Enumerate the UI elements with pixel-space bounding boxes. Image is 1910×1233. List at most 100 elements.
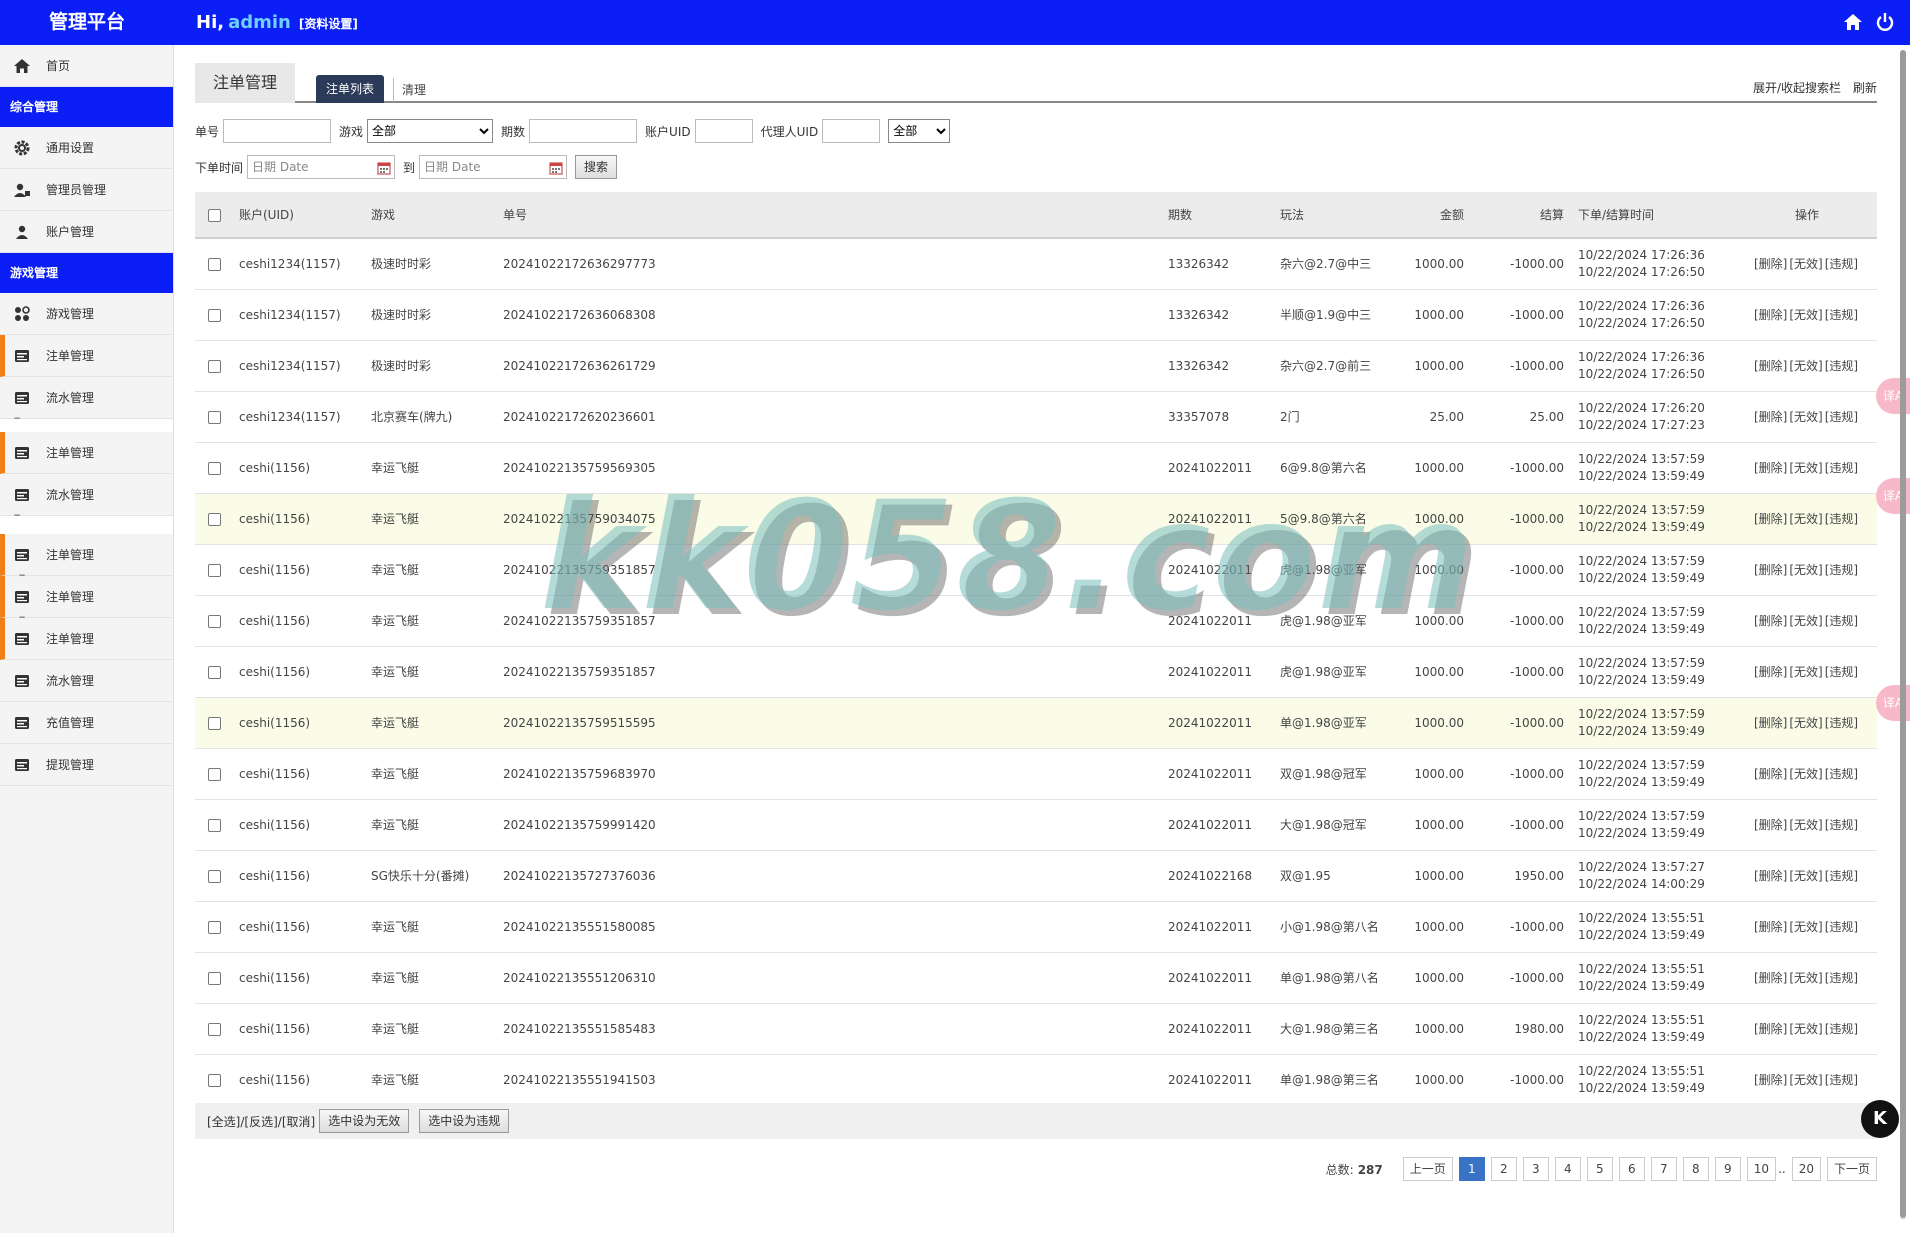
calendar-icon[interactable] <box>377 160 391 175</box>
invalid-link[interactable]: [无效] <box>1789 971 1822 985</box>
violation-link[interactable]: [违规] <box>1825 410 1858 424</box>
page-number[interactable]: 6 <box>1618 1157 1645 1181</box>
tab-clear[interactable]: 清理 <box>393 78 426 102</box>
violation-link[interactable]: [违规] <box>1825 1022 1858 1036</box>
sidebar-item-home[interactable]: 首页 <box>0 45 173 87</box>
profile-settings-link[interactable]: [资料设置] <box>299 17 358 31</box>
row-checkbox-cell[interactable] <box>195 238 233 289</box>
row-checkbox-cell[interactable] <box>195 493 233 544</box>
row-checkbox[interactable] <box>207 767 221 781</box>
set-invalid-button[interactable]: 选中设为无效 <box>319 1109 410 1133</box>
sidebar-item-game-management[interactable]: 游戏管理 <box>0 293 173 335</box>
sidebar-item-flow-management[interactable]: 流水管理 -- <box>0 377 173 424</box>
delete-link[interactable]: [删除] <box>1754 563 1787 577</box>
home-icon[interactable] <box>1842 11 1864 33</box>
select-all-checkbox-cell[interactable] <box>195 192 233 238</box>
row-checkbox-cell[interactable] <box>195 1003 233 1054</box>
violation-link[interactable]: [违规] <box>1825 971 1858 985</box>
invalid-link[interactable]: [无效] <box>1789 308 1822 322</box>
row-checkbox-cell[interactable] <box>195 901 233 952</box>
date-from-input[interactable]: 日期 Date <box>247 155 396 179</box>
invalid-link[interactable]: [无效] <box>1789 257 1822 271</box>
select-all-checkbox[interactable] <box>207 208 221 222</box>
row-checkbox[interactable] <box>207 665 221 679</box>
row-checkbox-cell[interactable] <box>195 544 233 595</box>
invalid-link[interactable]: [无效] <box>1789 410 1822 424</box>
violation-link[interactable]: [违规] <box>1825 818 1858 832</box>
violation-link[interactable]: [违规] <box>1825 665 1858 679</box>
account-uid-input[interactable] <box>694 119 753 143</box>
period-input[interactable] <box>529 119 638 143</box>
search-button[interactable]: 搜索 <box>575 155 618 179</box>
page-number[interactable]: 4 <box>1554 1157 1581 1181</box>
delete-link[interactable]: [删除] <box>1754 614 1787 628</box>
sidebar-section-general[interactable]: 综合管理 <box>0 87 173 127</box>
row-checkbox[interactable] <box>207 410 221 424</box>
invalid-link[interactable]: [无效] <box>1789 869 1822 883</box>
violation-link[interactable]: [违规] <box>1825 308 1858 322</box>
row-checkbox[interactable] <box>207 1073 221 1087</box>
invalid-link[interactable]: [无效] <box>1789 1073 1822 1087</box>
page-title-tab[interactable]: 注单管理 <box>195 63 295 103</box>
row-checkbox[interactable] <box>207 461 221 475</box>
delete-link[interactable]: [删除] <box>1754 767 1787 781</box>
sidebar-item-recharge-management[interactable]: 充值管理 <box>0 702 173 744</box>
row-checkbox-cell[interactable] <box>195 799 233 850</box>
order-no-input[interactable] <box>223 119 332 143</box>
violation-link[interactable]: [违规] <box>1825 563 1858 577</box>
invalid-link[interactable]: [无效] <box>1789 614 1822 628</box>
violation-link[interactable]: [违规] <box>1825 512 1858 526</box>
delete-link[interactable]: [删除] <box>1754 1022 1787 1036</box>
violation-link[interactable]: [违规] <box>1825 1073 1858 1087</box>
sidebar-item-bet-management[interactable]: 注单管理 <box>0 335 173 377</box>
row-checkbox[interactable] <box>207 716 221 730</box>
row-checkbox[interactable] <box>207 257 221 271</box>
select-toggle-links[interactable]: [全选]/[反选]/[取消] <box>207 1113 315 1130</box>
delete-link[interactable]: [删除] <box>1754 665 1787 679</box>
scrollbar-thumb[interactable] <box>1900 50 1906 1218</box>
sidebar-item-bet-management-5[interactable]: 注单管理 <box>0 618 173 660</box>
invalid-link[interactable]: [无效] <box>1789 359 1822 373</box>
invalid-link[interactable]: [无效] <box>1789 920 1822 934</box>
sidebar-item-general-settings[interactable]: 通用设置 <box>0 127 173 169</box>
sidebar-item-flow-management-2[interactable]: 流水管理 -- <box>0 474 173 521</box>
violation-link[interactable]: [违规] <box>1825 359 1858 373</box>
floating-assistant-button[interactable]: K <box>1861 1100 1899 1138</box>
invalid-link[interactable]: [无效] <box>1789 563 1822 577</box>
sidebar-item-admin-management[interactable]: 管理员管理 <box>0 169 173 211</box>
row-checkbox-cell[interactable] <box>195 646 233 697</box>
toggle-search-link[interactable]: 展开/收起搜索栏 <box>1753 81 1841 95</box>
delete-link[interactable]: [删除] <box>1754 869 1787 883</box>
delete-link[interactable]: [删除] <box>1754 920 1787 934</box>
row-checkbox-cell[interactable] <box>195 1054 233 1105</box>
sidebar-item-account-management[interactable]: 账户管理 <box>0 211 173 253</box>
page-number[interactable]: 3 <box>1522 1157 1549 1181</box>
row-checkbox[interactable] <box>207 308 221 322</box>
row-checkbox[interactable] <box>207 512 221 526</box>
delete-link[interactable]: [删除] <box>1754 359 1787 373</box>
violation-link[interactable]: [违规] <box>1825 767 1858 781</box>
row-checkbox[interactable] <box>207 1022 221 1036</box>
invalid-link[interactable]: [无效] <box>1789 665 1822 679</box>
delete-link[interactable]: [删除] <box>1754 257 1787 271</box>
row-checkbox-cell[interactable] <box>195 391 233 442</box>
prev-page-button[interactable]: 上一页 <box>1402 1157 1453 1181</box>
delete-link[interactable]: [删除] <box>1754 1073 1787 1087</box>
invalid-link[interactable]: [无效] <box>1789 716 1822 730</box>
sidebar-item-bet-management-4[interactable]: 注单管理 -- <box>0 576 173 623</box>
row-checkbox[interactable] <box>207 818 221 832</box>
row-checkbox[interactable] <box>207 971 221 985</box>
row-checkbox[interactable] <box>207 359 221 373</box>
page-number[interactable]: 2 <box>1490 1157 1517 1181</box>
row-checkbox[interactable] <box>207 614 221 628</box>
page-number[interactable]: 9 <box>1714 1157 1741 1181</box>
invalid-link[interactable]: [无效] <box>1789 1022 1822 1036</box>
row-checkbox-cell[interactable] <box>195 952 233 1003</box>
delete-link[interactable]: [删除] <box>1754 461 1787 475</box>
sidebar-item-withdraw-management[interactable]: 提现管理 <box>0 744 173 786</box>
row-checkbox-cell[interactable] <box>195 442 233 493</box>
row-checkbox[interactable] <box>207 920 221 934</box>
sidebar-section-game[interactable]: 游戏管理 <box>0 253 173 293</box>
page-number[interactable]: 8 <box>1682 1157 1709 1181</box>
delete-link[interactable]: [删除] <box>1754 308 1787 322</box>
